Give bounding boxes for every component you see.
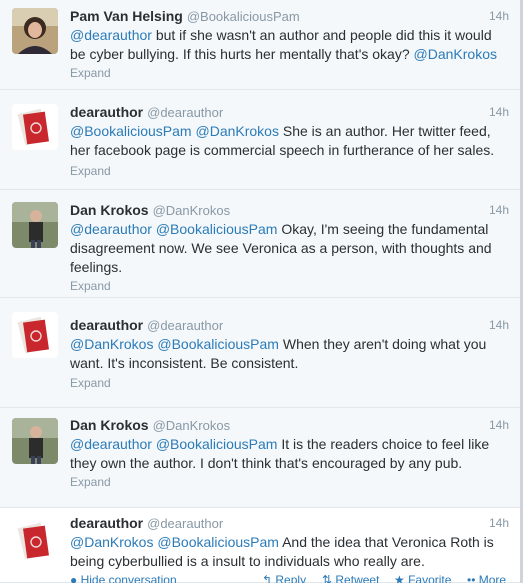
avatar[interactable]	[12, 418, 58, 464]
author-handle[interactable]: @dearauthor	[147, 516, 223, 531]
star-icon: ★	[394, 573, 409, 583]
favorite-button[interactable]: ★ Favorite	[394, 573, 451, 583]
author-handle[interactable]: @DanKrokos	[153, 203, 231, 218]
tweet-item-selected[interactable]: dearauthor @dearauthor 14h @DanKrokos @Bo…	[0, 508, 523, 583]
author-handle[interactable]: @BookaliciousPam	[187, 9, 300, 24]
avatar[interactable]	[12, 312, 58, 358]
tweet-text: @dearauthor @BookaliciousPam It is the r…	[70, 436, 490, 471]
tweet-text: @DanKrokos @BookaliciousPam When they ar…	[70, 336, 487, 371]
avatar[interactable]	[12, 202, 58, 248]
tweet-text: @dearauthor @BookaliciousPam Okay, I'm s…	[70, 221, 492, 275]
tweet-text: @dearauthor but if she wasn't an author …	[70, 27, 497, 62]
tweet-header: Pam Van Helsing @BookaliciousPam	[70, 8, 509, 24]
tweet-item[interactable]: dearauthor @dearauthor 14h @BookaliciousP…	[0, 90, 523, 190]
tweet-header: dearauthor @dearauthor	[70, 104, 509, 120]
mention-link[interactable]: @DanKrokos	[414, 46, 497, 62]
mention-link[interactable]: @dearauthor	[70, 27, 152, 43]
author-handle[interactable]: @dearauthor	[147, 105, 223, 120]
timestamp[interactable]: 14h	[489, 318, 509, 332]
author-name[interactable]: dearauthor	[70, 515, 143, 531]
tweet-text: @DanKrokos @BookaliciousPam And the idea…	[70, 534, 494, 569]
author-handle[interactable]: @DanKrokos	[153, 418, 231, 433]
retweet-icon: ⇅	[322, 573, 336, 583]
timestamp[interactable]: 14h	[489, 203, 509, 217]
expand-link[interactable]: Expand	[70, 279, 111, 293]
author-name[interactable]: Dan Krokos	[70, 417, 149, 433]
bullet-icon: ●	[70, 573, 81, 583]
expand-link[interactable]: Expand	[70, 376, 111, 390]
mention-link[interactable]: @DanKrokos	[70, 534, 153, 550]
reply-icon: ↰	[262, 573, 276, 583]
mention-link[interactable]: @DanKrokos	[196, 123, 279, 139]
mention-link[interactable]: @BookaliciousPam	[157, 336, 279, 352]
mention-link[interactable]: @dearauthor	[70, 436, 152, 452]
reply-button[interactable]: ↰ Reply	[262, 573, 306, 583]
tweet-item[interactable]: Dan Krokos @DanKrokos 14h @dearauthor @Bo…	[0, 408, 523, 508]
expand-link[interactable]: Expand	[70, 475, 111, 489]
hide-conversation-link[interactable]: ● Hide conversation	[70, 573, 177, 583]
tweet-text: @BookaliciousPam @DanKrokos She is an au…	[70, 123, 495, 158]
tweet-item[interactable]: dearauthor @dearauthor 14h @DanKrokos @Bo…	[0, 298, 523, 408]
author-name[interactable]: dearauthor	[70, 104, 143, 120]
mention-link[interactable]: @BookaliciousPam	[156, 221, 278, 237]
tweet-feed: Pam Van Helsing @BookaliciousPam 14h @dea…	[0, 0, 523, 583]
timestamp[interactable]: 14h	[489, 105, 509, 119]
avatar[interactable]	[12, 8, 58, 54]
mention-link[interactable]: @DanKrokos	[70, 336, 153, 352]
timestamp[interactable]: 14h	[489, 418, 509, 432]
tweet-header: dearauthor @dearauthor	[70, 515, 509, 531]
author-name[interactable]: Pam Van Helsing	[70, 8, 183, 24]
author-name[interactable]: dearauthor	[70, 317, 143, 333]
tweet-item[interactable]: Dan Krokos @DanKrokos 14h @dearauthor @Bo…	[0, 190, 523, 298]
avatar[interactable]	[12, 104, 58, 150]
mention-link[interactable]: @BookaliciousPam	[157, 534, 279, 550]
mention-link[interactable]: @BookaliciousPam	[70, 123, 192, 139]
more-dots-icon: ••	[467, 573, 479, 583]
author-name[interactable]: Dan Krokos	[70, 202, 149, 218]
retweet-button[interactable]: ⇅ Retweet	[322, 573, 379, 583]
tweet-header: Dan Krokos @DanKrokos	[70, 202, 509, 218]
tweet-header: Dan Krokos @DanKrokos	[70, 417, 509, 433]
mention-link[interactable]: @dearauthor	[70, 221, 152, 237]
avatar[interactable]	[12, 518, 58, 564]
tweet-actions: ● Hide conversation ↰ Reply ⇅ Retweet ★ …	[0, 573, 523, 583]
timestamp[interactable]: 14h	[489, 9, 509, 23]
expand-link[interactable]: Expand	[70, 66, 111, 80]
tweet-item[interactable]: Pam Van Helsing @BookaliciousPam 14h @dea…	[0, 0, 523, 90]
mention-link[interactable]: @BookaliciousPam	[156, 436, 278, 452]
more-button[interactable]: •• More	[467, 573, 506, 583]
tweet-header: dearauthor @dearauthor	[70, 317, 509, 333]
timestamp[interactable]: 14h	[489, 516, 509, 530]
expand-link[interactable]: Expand	[70, 164, 111, 178]
author-handle[interactable]: @dearauthor	[147, 318, 223, 333]
